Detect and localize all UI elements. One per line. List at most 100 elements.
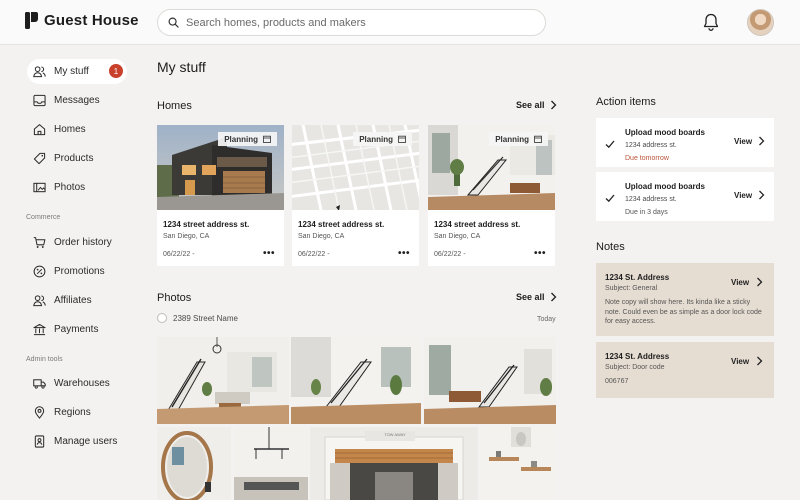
search-input[interactable]	[186, 16, 506, 29]
sidebar-item-label: Order history	[54, 237, 112, 248]
sidebar-item-label: Affiliates	[54, 295, 92, 306]
sidebar-item-label: Messages	[54, 95, 100, 106]
check-icon[interactable]	[605, 193, 615, 203]
search-icon	[168, 17, 179, 28]
more-options-icon[interactable]: •••	[534, 249, 546, 259]
status-label: Planning	[359, 134, 393, 144]
sidebar-item-homes[interactable]: Homes	[27, 117, 86, 142]
affiliates-icon	[33, 295, 46, 307]
sidebar-item-label: Warehouses	[54, 378, 110, 389]
truck-icon	[33, 379, 46, 389]
action-item-due: Due tomorrow	[625, 155, 669, 162]
home-address: 1234 street address st.	[298, 220, 385, 229]
sidebar-item-label: Photos	[54, 182, 86, 193]
more-options-icon[interactable]: •••	[263, 249, 275, 259]
sidebar-item-payments[interactable]: Payments	[27, 317, 98, 342]
notification-badge: 1	[109, 64, 123, 78]
sidebar-item-regions[interactable]: Regions	[27, 400, 91, 425]
cart-icon	[33, 237, 46, 248]
home-date: 06/22/22 -	[434, 251, 466, 258]
user-avatar[interactable]	[747, 9, 774, 36]
photos-see-all-link[interactable]: See all	[516, 292, 557, 302]
status-badge: Planning	[489, 132, 548, 146]
status-label: Planning	[495, 134, 529, 144]
sidebar-item-my-stuff[interactable]: My stuff 1	[27, 59, 127, 84]
action-item-address: 1234 address st.	[625, 196, 677, 203]
note-subject: Subject: Door code	[605, 364, 665, 371]
section-label-commerce: Commerce	[26, 214, 61, 221]
action-item-title: Upload mood boards	[625, 128, 705, 137]
chevron-right-icon	[757, 277, 763, 287]
sidebar-item-label: Payments	[54, 324, 99, 335]
photo-thumbnail[interactable]	[424, 337, 556, 424]
sidebar-item-affiliates[interactable]: Affiliates	[27, 288, 92, 313]
users-icon	[33, 66, 46, 78]
view-button[interactable]: View	[731, 277, 763, 287]
notes-title: Notes	[596, 241, 625, 253]
note-subject: Subject: General	[605, 285, 658, 292]
note-body: 006767	[605, 378, 629, 385]
note-card[interactable]: 1234 St. Address Subject: General Note c…	[596, 263, 774, 336]
sidebar-item-products[interactable]: Products	[27, 146, 93, 171]
sidebar-item-manage-users[interactable]: Manage users	[27, 429, 117, 454]
status-label: Planning	[224, 134, 258, 144]
photos-section-title: Photos	[157, 292, 192, 304]
photo-thumbnail[interactable]	[157, 427, 231, 500]
check-icon[interactable]	[605, 139, 615, 149]
more-options-icon[interactable]: •••	[398, 249, 410, 259]
search-bar[interactable]	[157, 9, 546, 36]
logo-icon	[25, 12, 38, 29]
map-pin-icon	[34, 406, 45, 419]
note-title: 1234 St. Address	[605, 273, 670, 282]
chevron-right-icon	[550, 292, 556, 302]
view-button[interactable]: View	[734, 190, 765, 200]
sidebar-item-promotions[interactable]: Promotions	[27, 259, 105, 284]
photo-thumbnail[interactable]	[291, 337, 421, 424]
sidebar-item-label: Homes	[54, 124, 86, 135]
photo-thumbnail[interactable]	[234, 427, 308, 500]
home-address: 1234 street address st.	[434, 220, 521, 229]
note-card[interactable]: 1234 St. Address Subject: Door code 0067…	[596, 342, 774, 398]
action-item-due: Due in 3 days	[625, 209, 668, 216]
home-icon	[33, 124, 46, 136]
homes-see-all-link[interactable]: See all	[516, 100, 557, 110]
home-city: San Diego, CA	[434, 233, 481, 240]
home-card[interactable]: Planning 1234 street address st. San Die…	[428, 125, 555, 266]
view-label: View	[731, 277, 750, 287]
view-button[interactable]: View	[731, 356, 763, 366]
view-label: View	[734, 136, 753, 146]
sidebar-item-photos[interactable]: Photos	[27, 175, 85, 200]
sidebar-item-label: Products	[54, 153, 94, 164]
logo[interactable]: Guest House	[25, 12, 139, 29]
sidebar: My stuff 1 Messages Homes Products Photo…	[0, 46, 140, 500]
sidebar-item-label: My stuff	[54, 66, 89, 77]
photo-thumbnail[interactable]	[481, 427, 556, 500]
home-city: San Diego, CA	[163, 233, 210, 240]
note-body: Note copy will show here. Its kinda like…	[605, 299, 762, 325]
action-item-card[interactable]: Upload mood boards 1234 address st. Due …	[596, 118, 774, 167]
chevron-right-icon	[759, 136, 765, 146]
sidebar-item-label: Manage users	[54, 436, 118, 447]
sidebar-item-messages[interactable]: Messages	[27, 88, 100, 113]
calendar-icon	[534, 135, 542, 143]
view-button[interactable]: View	[734, 136, 765, 146]
chevron-right-icon	[550, 100, 556, 110]
status-badge: Planning	[353, 132, 412, 146]
select-group-radio[interactable]	[157, 313, 167, 323]
home-card[interactable]: Planning 1234 street address st. San Die…	[292, 125, 419, 266]
bell-icon[interactable]	[701, 12, 721, 32]
chevron-right-icon	[757, 356, 763, 366]
photo-thumbnail[interactable]: TOW AWAY	[310, 427, 478, 500]
home-date: 06/22/22 -	[163, 251, 195, 258]
sign-text: TOW AWAY	[384, 432, 406, 437]
section-label-admin: Admin tools	[26, 356, 63, 363]
home-card[interactable]: Planning 1234 street address st. San Die…	[157, 125, 284, 266]
bank-icon	[33, 323, 46, 336]
action-item-card[interactable]: Upload mood boards 1234 address st. Due …	[596, 172, 774, 221]
homes-section-title: Homes	[157, 100, 192, 112]
photo-thumbnail[interactable]	[157, 337, 289, 424]
note-title: 1234 St. Address	[605, 352, 670, 361]
photo-group-label: 2389 Street Name	[173, 313, 238, 323]
sidebar-item-warehouses[interactable]: Warehouses	[27, 371, 110, 396]
sidebar-item-order-history[interactable]: Order history	[27, 230, 112, 255]
